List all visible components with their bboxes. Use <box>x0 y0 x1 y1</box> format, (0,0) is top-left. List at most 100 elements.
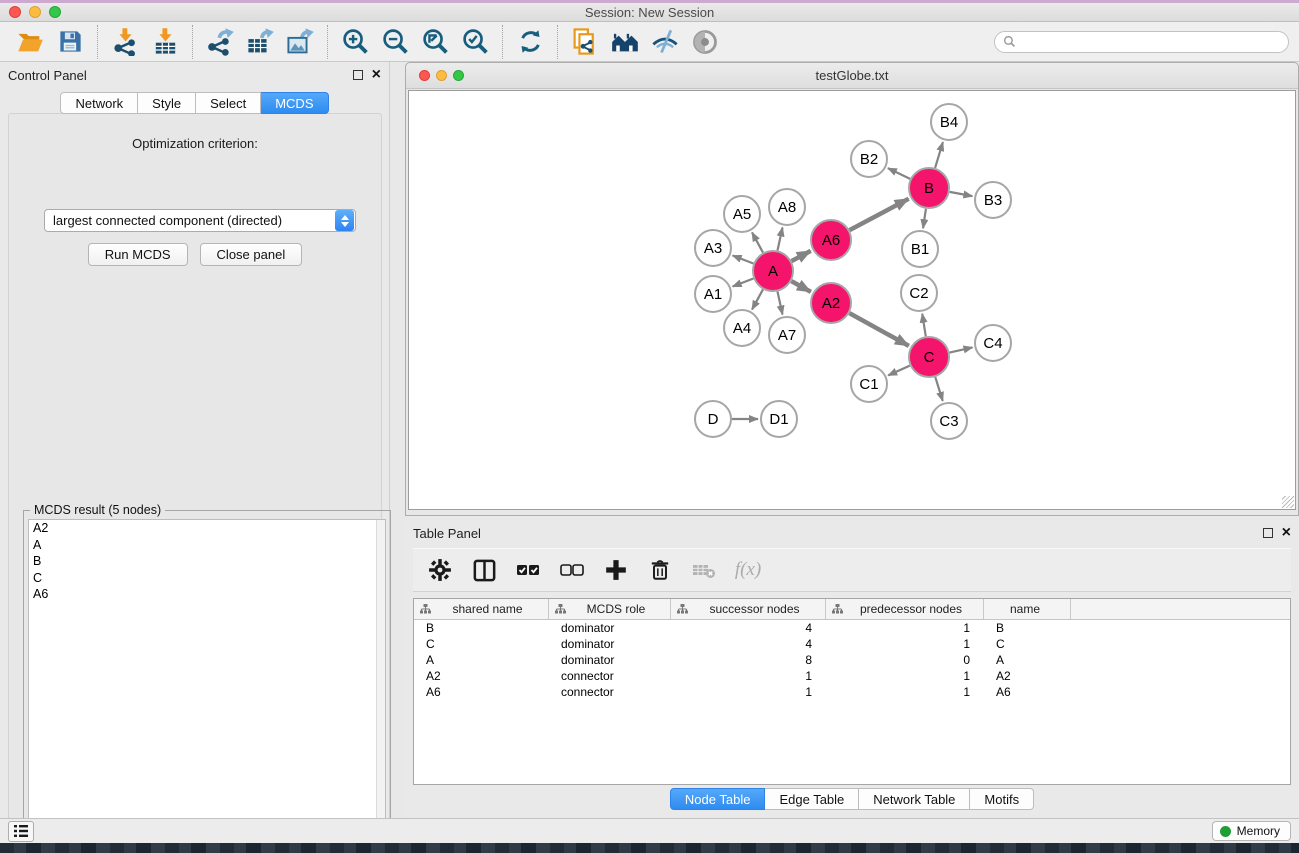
table-cell[interactable]: 4 <box>671 637 826 651</box>
network-window-titlebar[interactable]: testGlobe.txt <box>406 63 1298 89</box>
column-header-name[interactable]: name <box>984 599 1071 619</box>
tab-motifs[interactable]: Motifs <box>970 788 1034 810</box>
float-panel-icon[interactable] <box>353 70 363 80</box>
table-cell[interactable]: B <box>414 621 549 635</box>
network-zoom-button[interactable] <box>453 70 464 81</box>
edge-A-A1[interactable] <box>733 279 754 287</box>
table-cell[interactable]: 1 <box>671 669 826 683</box>
edge-C-C2[interactable] <box>922 314 926 337</box>
table-cell[interactable]: 1 <box>826 621 984 635</box>
close-panel-icon[interactable]: × <box>372 70 381 80</box>
close-window-button[interactable] <box>9 6 21 18</box>
network-graph[interactable]: B4B2BB3A8A5A6A3B1AC2A1A2A4A7C4CC1C3DD1 <box>409 91 1295 509</box>
table-cell[interactable]: dominator <box>549 621 671 635</box>
table-cell[interactable]: C <box>984 637 1071 651</box>
export-image-button[interactable] <box>280 24 320 60</box>
network-close-button[interactable] <box>419 70 430 81</box>
export-network-button[interactable] <box>200 24 240 60</box>
table-cell[interactable]: A2 <box>984 669 1071 683</box>
zoom-in-button[interactable] <box>335 24 375 60</box>
table-cell[interactable]: 0 <box>826 653 984 667</box>
table-cell[interactable]: 4 <box>671 621 826 635</box>
column-header-predecessor-nodes[interactable]: predecessor nodes <box>826 599 984 619</box>
column-header-shared-name[interactable]: shared name <box>414 599 549 619</box>
export-table-button[interactable] <box>240 24 280 60</box>
edge-A-A3[interactable] <box>733 256 754 264</box>
edge-A2-C[interactable] <box>849 313 908 346</box>
column-header-MCDS-role[interactable]: MCDS role <box>549 599 671 619</box>
tab-edge-table[interactable]: Edge Table <box>765 788 859 810</box>
split-columns-button[interactable] <box>467 553 501 587</box>
hide-graphics-details-button[interactable] <box>645 24 685 60</box>
task-history-button[interactable] <box>8 821 34 842</box>
table-cell[interactable]: 8 <box>671 653 826 667</box>
tab-node-table[interactable]: Node Table <box>670 788 766 810</box>
show-all-networks-button[interactable] <box>605 24 645 60</box>
toolbar-search[interactable] <box>994 31 1289 53</box>
delete-column-button[interactable] <box>643 553 677 587</box>
edge-B-B1[interactable] <box>923 209 926 228</box>
zoom-out-button[interactable] <box>375 24 415 60</box>
import-table-button[interactable] <box>145 24 185 60</box>
table-cell[interactable]: connector <box>549 669 671 683</box>
tab-network[interactable]: Network <box>60 92 138 114</box>
result-item[interactable]: C <box>29 570 385 587</box>
show-eye-button[interactable] <box>685 24 725 60</box>
search-input[interactable] <box>1021 35 1280 49</box>
table-cell[interactable]: connector <box>549 685 671 699</box>
zoom-window-button[interactable] <box>49 6 61 18</box>
table-cell[interactable]: A2 <box>414 669 549 683</box>
table-row[interactable]: Bdominator41B <box>414 620 1290 636</box>
duplicate-network-button[interactable] <box>565 24 605 60</box>
mcds-result-list[interactable]: A2ABCA6 <box>28 519 386 847</box>
table-cell[interactable]: A <box>984 653 1071 667</box>
table-cell[interactable]: A6 <box>414 685 549 699</box>
minimize-window-button[interactable] <box>29 6 41 18</box>
edge-A6-B[interactable] <box>850 199 909 230</box>
table-cell[interactable]: B <box>984 621 1071 635</box>
edge-A-A8[interactable] <box>777 228 782 251</box>
memory-button[interactable]: Memory <box>1212 821 1291 841</box>
table-cell[interactable]: 1 <box>826 685 984 699</box>
table-cell[interactable]: dominator <box>549 637 671 651</box>
result-item[interactable]: B <box>29 553 385 570</box>
zoom-selected-button[interactable] <box>455 24 495 60</box>
table-row[interactable]: A6connector11A6 <box>414 684 1290 700</box>
table-settings-button[interactable] <box>423 553 457 587</box>
close-table-panel-icon[interactable]: × <box>1282 528 1291 538</box>
tab-network-table[interactable]: Network Table <box>859 788 970 810</box>
table-cell[interactable]: C <box>414 637 549 651</box>
edge-A-A7[interactable] <box>777 292 782 315</box>
network-canvas[interactable]: B4B2BB3A8A5A6A3B1AC2A1A2A4A7C4CC1C3DD1 <box>408 90 1296 510</box>
edge-A-A5[interactable] <box>752 232 763 252</box>
refresh-button[interactable] <box>510 24 550 60</box>
result-item[interactable]: A2 <box>29 520 385 537</box>
import-network-button[interactable] <box>105 24 145 60</box>
window-resize-grip[interactable] <box>1282 496 1294 508</box>
run-mcds-button[interactable]: Run MCDS <box>88 243 188 266</box>
table-cell[interactable]: A6 <box>984 685 1071 699</box>
float-table-panel-icon[interactable] <box>1263 528 1273 538</box>
edge-C-C1[interactable] <box>888 366 910 376</box>
result-list-scrollbar[interactable] <box>376 520 385 846</box>
edge-C-C3[interactable] <box>935 377 942 401</box>
result-item[interactable]: A6 <box>29 586 385 603</box>
tab-mcds[interactable]: MCDS <box>261 92 328 114</box>
edge-B-B3[interactable] <box>950 192 973 196</box>
edge-A-A6[interactable] <box>792 251 811 261</box>
network-minimize-button[interactable] <box>436 70 447 81</box>
table-cell[interactable]: 1 <box>826 669 984 683</box>
tab-style[interactable]: Style <box>138 92 196 114</box>
table-row[interactable]: Adominator80A <box>414 652 1290 668</box>
table-row[interactable]: A2connector11A2 <box>414 668 1290 684</box>
table-cell[interactable]: dominator <box>549 653 671 667</box>
edge-C-C4[interactable] <box>950 347 973 352</box>
zoom-fit-button[interactable] <box>415 24 455 60</box>
create-column-button[interactable] <box>599 553 633 587</box>
select-all-columns-button[interactable] <box>511 553 545 587</box>
edge-B-B4[interactable] <box>935 142 943 168</box>
edge-A-A4[interactable] <box>752 289 763 309</box>
close-panel-button[interactable]: Close panel <box>200 243 303 266</box>
table-cell[interactable]: 1 <box>826 637 984 651</box>
result-item[interactable]: A <box>29 537 385 554</box>
